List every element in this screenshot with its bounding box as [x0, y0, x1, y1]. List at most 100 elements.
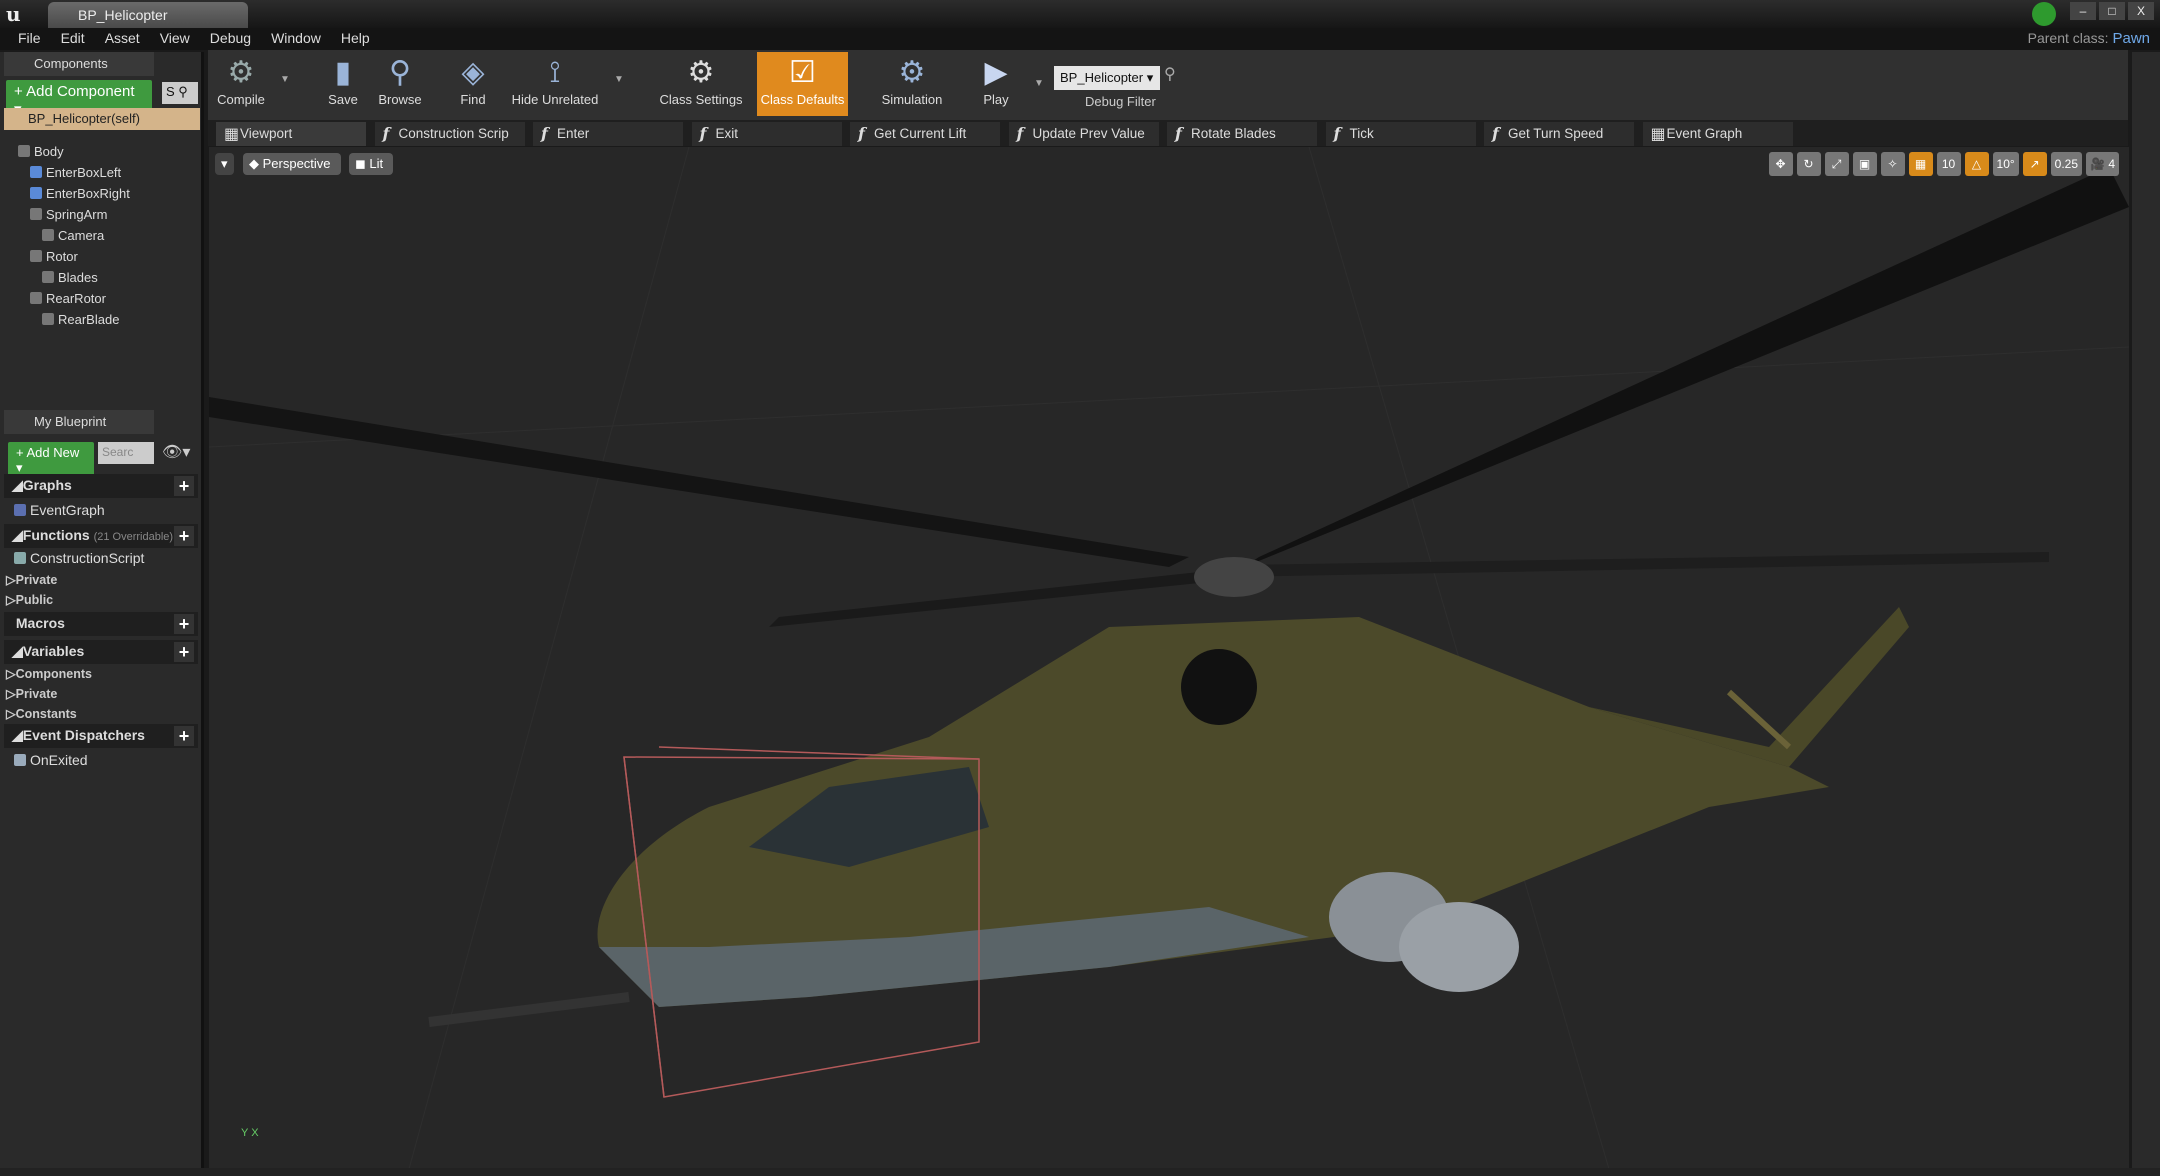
- self-component-row[interactable]: BP_Helicopter(self): [4, 108, 200, 130]
- component-tree-item[interactable]: RearRotor: [30, 291, 106, 306]
- graph-tab[interactable]: ▦ Viewport: [216, 122, 366, 146]
- compile-button[interactable]: ⚙ Compile: [208, 52, 274, 116]
- functions-private[interactable]: ▷Private: [6, 572, 57, 587]
- grid-snap-icon[interactable]: ▦: [1908, 152, 1933, 176]
- component-tree-item[interactable]: RearBlade: [42, 312, 119, 327]
- components-label: Components: [15, 667, 93, 681]
- perspective-button[interactable]: ◆ Perspective: [243, 153, 341, 175]
- surface-snap-icon[interactable]: ✧: [1880, 152, 1905, 176]
- compile-icon: ⚙: [227, 56, 255, 89]
- graph-tab[interactable]: f Exit: [691, 122, 842, 146]
- on-exited-item[interactable]: OnExited: [14, 752, 88, 768]
- save-button[interactable]: ▮ Save: [320, 52, 366, 116]
- graph-tab-label: Viewport: [240, 126, 293, 141]
- functions-section[interactable]: ◢Functions (21 Overridable) +: [4, 524, 198, 548]
- play-button[interactable]: ▶ Play: [972, 52, 1020, 116]
- parent-class-link[interactable]: Pawn: [2112, 30, 2150, 47]
- source-control-icon[interactable]: [2032, 2, 2056, 26]
- menu-help[interactable]: Help: [331, 28, 380, 50]
- component-label: RearBlade: [58, 312, 120, 327]
- menu-asset[interactable]: Asset: [95, 28, 150, 50]
- component-icon: [30, 250, 42, 262]
- component-icon: [30, 208, 42, 220]
- debug-search-icon[interactable]: ⚲: [1164, 64, 1176, 84]
- find-button[interactable]: ◈ Find: [452, 52, 494, 116]
- graphs-section[interactable]: ◢Graphs +: [4, 474, 198, 498]
- compile-options-dropdown[interactable]: ▼: [280, 74, 290, 85]
- search-placeholder: S: [166, 84, 175, 99]
- add-variable-button[interactable]: +: [174, 642, 194, 662]
- graph-tab-label: Tick: [1349, 126, 1374, 141]
- component-label: Rotor: [46, 249, 78, 264]
- graph-tab[interactable]: f Update Prev Value: [1008, 122, 1159, 146]
- right-scrollbar[interactable]: [2132, 52, 2160, 1170]
- component-tree-item[interactable]: EnterBoxLeft: [30, 165, 121, 180]
- variables-section[interactable]: ◢Variables +: [4, 640, 198, 664]
- hide-unrelated-button[interactable]: ⟟ Hide Unrelated: [506, 52, 604, 116]
- graph-icon: ▦: [1650, 124, 1666, 143]
- graph-tab[interactable]: f Tick: [1325, 122, 1476, 146]
- component-tree-item[interactable]: EnterBoxRight: [30, 186, 130, 201]
- graph-tab[interactable]: f Rotate Blades: [1167, 122, 1317, 146]
- event-dispatchers-section[interactable]: ◢Event Dispatchers +: [4, 724, 198, 748]
- rotate-tool-icon[interactable]: ↻: [1796, 152, 1821, 176]
- blueprint-search-input[interactable]: Searc: [98, 442, 154, 464]
- scale-snap-value[interactable]: 0.25: [2050, 152, 2083, 176]
- maximize-button[interactable]: □: [2099, 2, 2125, 20]
- minimize-button[interactable]: –: [2070, 2, 2096, 20]
- macros-section[interactable]: Macros +: [4, 612, 198, 636]
- event-graph-item[interactable]: EventGraph: [14, 502, 105, 518]
- translate-tool-icon[interactable]: ✥: [1768, 152, 1793, 176]
- class-defaults-icon: ☑: [789, 56, 816, 89]
- camera-speed-value: 4: [2108, 157, 2115, 171]
- menu-view[interactable]: View: [150, 28, 200, 50]
- hide-unrelated-dropdown[interactable]: ▼: [614, 74, 624, 85]
- viewport[interactable]: ▾ ◆ Perspective ◼ Lit ✥ ↻ ⤢ ▣ ✧ ▦ 10 △ 1…: [209, 147, 2129, 1169]
- graph-tab[interactable]: f Enter: [533, 122, 683, 146]
- add-function-button[interactable]: +: [174, 526, 194, 546]
- grid-snap-value[interactable]: 10: [1936, 152, 1961, 176]
- components-search-input[interactable]: S ⚲: [162, 82, 198, 104]
- variables-components[interactable]: ▷Components: [6, 666, 92, 681]
- browse-button[interactable]: ⚲ Browse: [372, 52, 428, 116]
- rotation-snap-value[interactable]: 10°: [1992, 152, 2019, 176]
- menu-file[interactable]: File: [8, 28, 51, 50]
- variables-private[interactable]: ▷Private: [6, 686, 57, 701]
- rotation-snap-icon[interactable]: △: [1964, 152, 1989, 176]
- visibility-eye-icon[interactable]: 👁▾: [162, 442, 190, 462]
- component-tree-item[interactable]: Blades: [42, 270, 98, 285]
- menu-edit[interactable]: Edit: [51, 28, 95, 50]
- menu-debug[interactable]: Debug: [200, 28, 261, 50]
- graph-tab[interactable]: ▦ Event Graph: [1642, 122, 1793, 146]
- play-options-dropdown[interactable]: ▼: [1034, 78, 1044, 89]
- world-local-icon[interactable]: ▣: [1852, 152, 1877, 176]
- graph-tab[interactable]: f Get Current Lift: [850, 122, 1000, 146]
- class-settings-button[interactable]: ⚙ Class Settings: [656, 52, 746, 116]
- construction-script-item[interactable]: ConstructionScript: [14, 550, 144, 566]
- component-tree-item[interactable]: Rotor: [30, 249, 78, 264]
- lit-button[interactable]: ◼ Lit: [349, 153, 393, 175]
- debug-object-dropdown[interactable]: BP_Helicopter ▾: [1054, 66, 1160, 90]
- simulation-button[interactable]: ⚙ Simulation: [872, 52, 952, 116]
- viewport-options-dropdown[interactable]: ▾: [215, 153, 234, 175]
- scale-snap-icon[interactable]: ↗: [2022, 152, 2047, 176]
- menu-window[interactable]: Window: [261, 28, 331, 50]
- graph-tab[interactable]: f Get Turn Speed: [1484, 122, 1634, 146]
- component-tree-item[interactable]: Body: [18, 144, 64, 159]
- add-macro-button[interactable]: +: [174, 614, 194, 634]
- component-tree-item[interactable]: SpringArm: [30, 207, 107, 222]
- camera-speed-button[interactable]: 🎥 4: [2086, 152, 2119, 176]
- document-tab[interactable]: BP_Helicopter: [48, 2, 248, 28]
- component-tree-item[interactable]: Camera: [42, 228, 104, 243]
- self-component-label: BP_Helicopter(self): [28, 111, 140, 126]
- scale-tool-icon[interactable]: ⤢: [1824, 152, 1849, 176]
- components-tab[interactable]: Components: [4, 52, 154, 76]
- my-blueprint-tab[interactable]: My Blueprint: [4, 410, 154, 434]
- close-button[interactable]: X: [2128, 2, 2154, 20]
- functions-public[interactable]: ▷Public: [6, 592, 53, 607]
- variables-constants[interactable]: ▷Constants: [6, 706, 77, 721]
- class-defaults-button[interactable]: ☑ Class Defaults: [757, 52, 848, 116]
- add-graph-button[interactable]: +: [174, 476, 194, 496]
- add-dispatcher-button[interactable]: +: [174, 726, 194, 746]
- graph-tab[interactable]: f Construction Scrip: [374, 122, 525, 146]
